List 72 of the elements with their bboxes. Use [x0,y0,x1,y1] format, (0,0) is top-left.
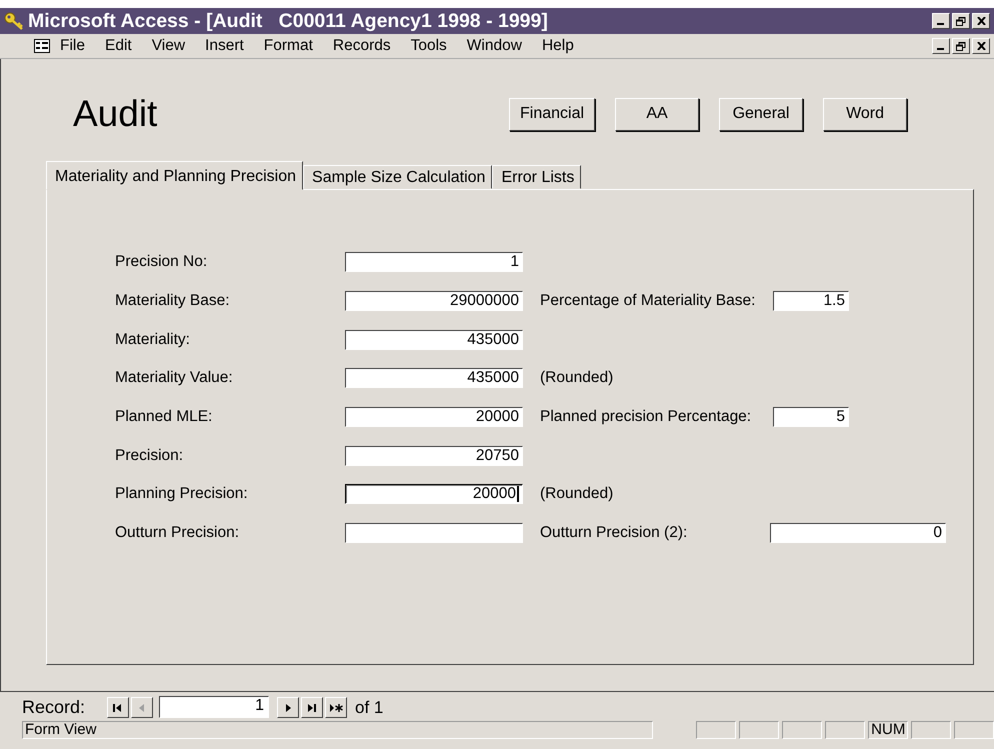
menu-item[interactable]: Window [456,35,532,57]
restore-icon [956,16,966,26]
tab[interactable]: Error Lists [492,165,582,189]
menu-item[interactable]: File [50,35,95,57]
field-label: Planning Precision: [115,485,249,504]
menu-item[interactable]: Tools [400,35,457,57]
tab[interactable]: Sample Size Calculation [303,165,492,189]
next-record-button[interactable] [277,697,300,718]
text-cursor [517,486,519,502]
field-label: Planned precision Percentage: [540,408,752,426]
input-field[interactable]: 20750 [345,446,523,466]
field-label: Outturn Precision: [115,524,240,542]
input-field[interactable]: 20000 [345,407,523,428]
close-icon [976,42,986,50]
status-text: Form View [22,721,654,739]
new-record-button[interactable] [325,697,348,718]
last-record-button[interactable] [301,697,324,718]
status-panel [954,721,994,739]
status-panel [825,721,866,739]
menu-item[interactable]: Format [254,35,323,57]
previous-record-button[interactable] [131,697,154,718]
first-record-button[interactable] [107,697,130,718]
status-panel [782,721,822,739]
input-field[interactable]: 0 [770,523,946,544]
field-label: Materiality: [115,330,191,349]
form-button[interactable]: AA [615,98,700,130]
form-button[interactable]: Word [823,98,908,130]
window-title: Microsoft Access - [Audit C00011 Agency1 1998 - 1999] [28,10,549,32]
status-panel [739,721,780,739]
field-label: Outturn Precision (2): [540,524,688,542]
field-label: Planned MLE: [115,408,214,426]
field-label: Materiality Value: [115,369,234,388]
status-panel [911,721,952,739]
input-field[interactable]: 435000 [345,368,523,388]
field-label: Materiality Base: [115,292,231,310]
menu-item[interactable]: Records [322,35,401,57]
form-heading: Audit [73,93,158,135]
field-note: (Rounded) [540,485,614,504]
restore-button[interactable] [952,13,970,29]
menu-item[interactable]: Help [532,35,584,57]
restore-icon [956,42,966,50]
minimize-button[interactable] [932,38,950,54]
input-field[interactable]: 5 [773,407,849,428]
field-label: Precision No: [115,253,208,272]
record-number-field[interactable]: 1 [159,696,270,718]
close-icon [976,17,986,25]
form-button[interactable]: General [719,98,804,130]
record-total-label: of 1 [355,698,384,718]
field-label: Precision: [115,446,184,465]
field-label: Percentage of Materiality Base: [540,292,756,310]
menu-item[interactable]: View [142,35,196,57]
status-indicator: NUM [868,721,908,739]
restore-button[interactable] [952,38,970,54]
tab[interactable]: Materiality and Planning Precision [46,161,304,190]
menu-item[interactable]: Insert [195,35,254,57]
record-label: Record: [22,697,86,718]
form-icon [34,39,50,53]
minimize-button[interactable] [932,13,950,29]
input-field[interactable]: 435000 [345,330,523,350]
key-icon [4,12,24,30]
input-field[interactable]: 20000 [345,484,523,504]
status-panel [696,721,736,739]
close-button[interactable] [972,13,990,29]
input-field[interactable]: 1.5 [773,291,849,312]
form-button[interactable]: Financial [509,98,596,130]
input-field[interactable]: 1 [345,252,523,272]
input-field[interactable] [345,523,523,544]
menu-item[interactable]: Edit [94,35,142,57]
close-button[interactable] [972,38,990,54]
new-record-icon [329,702,344,712]
field-note: (Rounded) [540,369,614,388]
input-field[interactable]: 29000000 [345,291,523,312]
